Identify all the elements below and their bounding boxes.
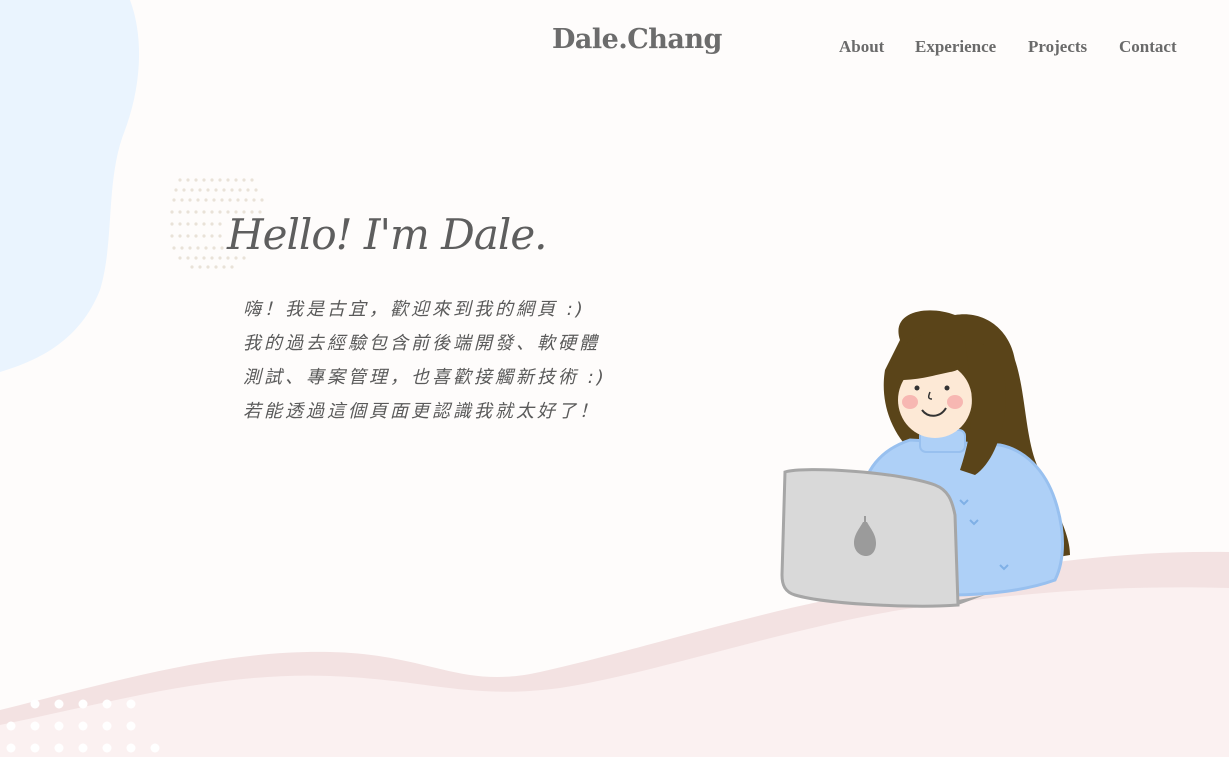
intro-line: 測試、專案管理，也喜歡接觸新技術 :): [243, 367, 607, 388]
intro-line: 我的過去經驗包含前後端開發、軟硬體: [243, 333, 600, 354]
intro-line: 嗨！我是古宜，歡迎來到我的網頁 :): [243, 299, 586, 320]
nav-projects-link[interactable]: Projects: [1028, 37, 1119, 57]
hero-intro: 嗨！我是古宜，歡迎來到我的網頁 :) 我的過去經驗包含前後端開發、軟硬體 測試、…: [243, 293, 607, 429]
main-nav: About Experience Projects Contact: [839, 37, 1177, 57]
hero-greeting: Hello! I'm Dale.: [227, 210, 548, 259]
nav-about-link[interactable]: About: [839, 37, 915, 57]
site-logo[interactable]: Dale.Chang: [552, 24, 722, 55]
site-header: Dale.Chang About Experience Projects Con…: [0, 0, 1229, 90]
nav-experience-link[interactable]: Experience: [915, 37, 1028, 57]
laptop-girl-illustration: [780, 310, 1070, 608]
nav-contact-link[interactable]: Contact: [1119, 37, 1177, 57]
intro-line: 若能透過這個頁面更認識我就太好了！: [243, 401, 600, 422]
